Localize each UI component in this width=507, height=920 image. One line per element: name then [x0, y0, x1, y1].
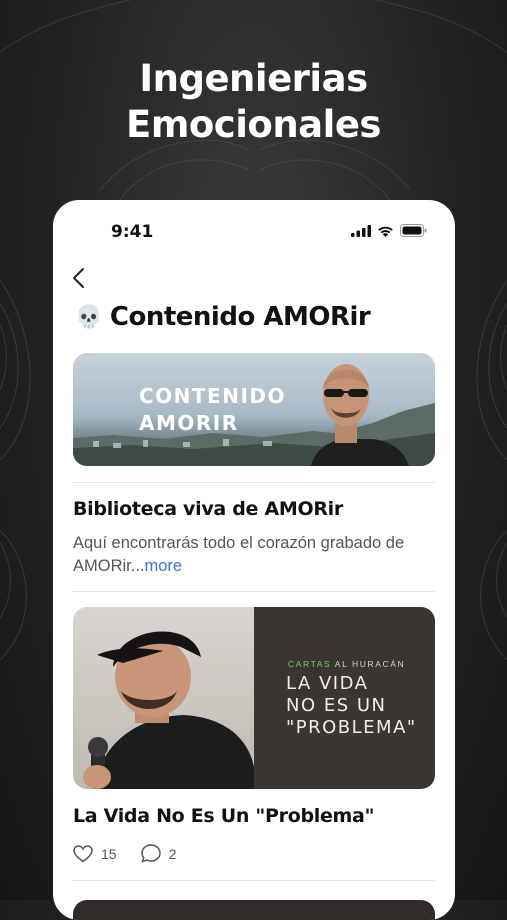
likes-count: 15 — [101, 845, 117, 862]
status-bar: 9:41 — [53, 200, 455, 258]
post-title[interactable]: La Vida No Es Un "Problema" — [73, 805, 374, 827]
page-title-text: Contenido AMORir — [109, 302, 371, 332]
next-post-preview[interactable] — [73, 900, 435, 920]
quote-text: LA VIDA NO ES UN "PROBLEMA" — [286, 673, 417, 739]
post-image[interactable]: CARTAS AL HURACÁN LA VIDA NO ES UN "PROB… — [73, 607, 435, 789]
banner-line-2: AMORIR — [139, 411, 239, 435]
cartas-label: CARTAS AL HURACÁN — [288, 659, 405, 669]
headline-line-2: Emocionales — [126, 103, 381, 146]
divider — [73, 591, 435, 592]
divider — [73, 482, 435, 483]
comments[interactable]: 2 — [140, 844, 177, 863]
post-description: Aquí encontrarás todo el corazón grabado… — [73, 532, 433, 578]
cellular-signal-icon — [351, 224, 371, 237]
quote-line-2: NO ES UN — [286, 695, 387, 716]
likes[interactable]: 15 — [73, 844, 117, 863]
heart-icon[interactable] — [73, 844, 93, 863]
headline-line-1: Ingenierias — [139, 57, 368, 100]
post-meta: 15 2 — [73, 844, 192, 863]
phone-screen: 9:41 💀 Contenido AMORir CONTENIDO AMORIR… — [53, 200, 455, 920]
post-title[interactable]: Biblioteca viva de AMORir — [73, 498, 343, 520]
more-link[interactable]: more — [145, 557, 183, 575]
divider — [73, 880, 435, 881]
cartas-kicker-a: CARTAS — [288, 659, 332, 669]
skull-icon: 💀 — [75, 304, 102, 330]
status-icons — [351, 224, 427, 237]
speaker-illustration — [83, 631, 254, 789]
headline: Ingenierias Emocionales — [0, 56, 507, 148]
quote-line-1: LA VIDA — [286, 673, 369, 694]
battery-icon — [400, 224, 427, 237]
banner-line-1: CONTENIDO — [139, 384, 287, 408]
comments-count: 2 — [168, 845, 177, 862]
back-chevron-icon[interactable] — [69, 266, 91, 290]
page-title: 💀 Contenido AMORir — [75, 302, 371, 332]
quote-line-3: "PROBLEMA" — [286, 717, 417, 738]
status-time: 9:41 — [111, 222, 154, 242]
cartas-kicker-b: AL HURACÁN — [334, 659, 406, 669]
wifi-icon — [378, 226, 393, 237]
post-description-text: Aquí encontrarás todo el corazón grabado… — [73, 534, 405, 575]
content-banner[interactable]: CONTENIDO AMORIR — [73, 353, 435, 466]
comment-bubble-icon[interactable] — [140, 844, 161, 863]
banner-text: CONTENIDO AMORIR — [139, 383, 286, 437]
quote-panel: CARTAS AL HURACÁN LA VIDA NO ES UN "PROB… — [254, 607, 435, 789]
speaker-photo — [73, 607, 254, 789]
